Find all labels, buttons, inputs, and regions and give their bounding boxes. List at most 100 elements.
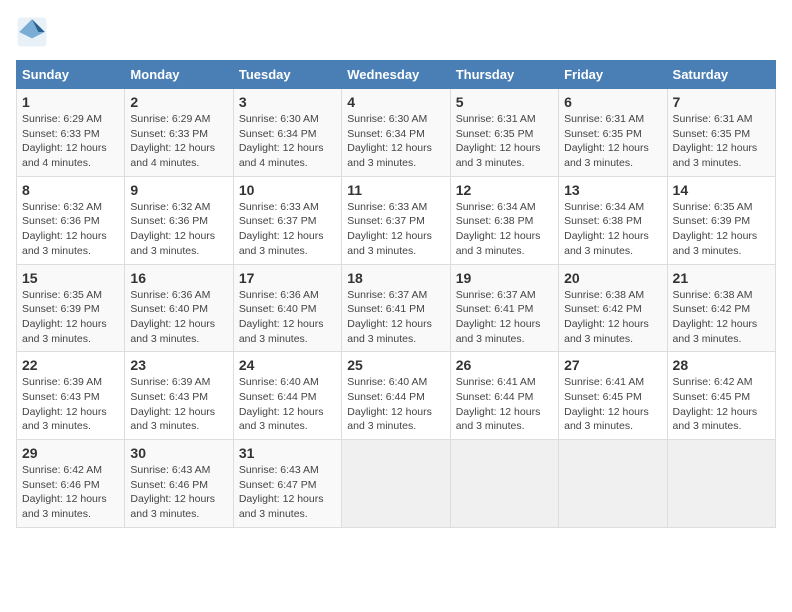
calendar-week-4: 22Sunrise: 6:39 AMSunset: 6:43 PMDayligh… <box>17 352 776 440</box>
day-info: Sunrise: 6:31 AMSunset: 6:35 PMDaylight:… <box>456 112 553 171</box>
day-info: Sunrise: 6:43 AMSunset: 6:46 PMDaylight:… <box>130 463 227 522</box>
day-info: Sunrise: 6:40 AMSunset: 6:44 PMDaylight:… <box>239 375 336 434</box>
calendar-cell: 28 Sunrise: 6:42 AMSunset: 6:45 PMDayligh… <box>667 352 775 440</box>
day-info: Sunrise: 6:32 AMSunset: 6:36 PMDaylight:… <box>130 200 227 259</box>
day-info: Sunrise: 6:39 AMSunset: 6:43 PMDaylight:… <box>22 375 119 434</box>
calendar-table: SundayMondayTuesdayWednesdayThursdayFrid… <box>16 60 776 528</box>
calendar-cell: 24Sunrise: 6:40 AMSunset: 6:44 PMDayligh… <box>233 352 341 440</box>
logo <box>16 16 54 48</box>
day-info: Sunrise: 6:33 AMSunset: 6:37 PMDaylight:… <box>347 200 444 259</box>
calendar-week-3: 15 Sunrise: 6:35 AMSunset: 6:39 PMDayligh… <box>17 264 776 352</box>
day-number: 10 <box>239 182 336 198</box>
calendar-cell: 15 Sunrise: 6:35 AMSunset: 6:39 PMDayligh… <box>17 264 125 352</box>
day-info: Sunrise: 6:35 AMSunset: 6:39 PMDaylight:… <box>673 200 770 259</box>
day-number: 21 <box>673 270 770 286</box>
calendar-cell: 20 Sunrise: 6:38 AMSunset: 6:42 PMDayligh… <box>559 264 667 352</box>
day-number: 20 <box>564 270 661 286</box>
day-number: 4 <box>347 94 444 110</box>
column-header-monday: Monday <box>125 61 233 89</box>
calendar-cell <box>559 440 667 528</box>
calendar-cell: 8 Sunrise: 6:32 AMSunset: 6:36 PMDaylight… <box>17 176 125 264</box>
calendar-cell: 12 Sunrise: 6:34 AMSunset: 6:38 PMDayligh… <box>450 176 558 264</box>
day-info: Sunrise: 6:36 AMSunset: 6:40 PMDaylight:… <box>239 288 336 347</box>
day-info: Sunrise: 6:31 AMSunset: 6:35 PMDaylight:… <box>673 112 770 171</box>
calendar-week-5: 29Sunrise: 6:42 AMSunset: 6:46 PMDayligh… <box>17 440 776 528</box>
day-number: 14 <box>673 182 770 198</box>
calendar-cell: 16 Sunrise: 6:36 AMSunset: 6:40 PMDayligh… <box>125 264 233 352</box>
calendar-cell: 19Sunrise: 6:37 AMSunset: 6:41 PMDayligh… <box>450 264 558 352</box>
day-info: Sunrise: 6:41 AMSunset: 6:44 PMDaylight:… <box>456 375 553 434</box>
day-info: Sunrise: 6:34 AMSunset: 6:38 PMDaylight:… <box>564 200 661 259</box>
column-header-thursday: Thursday <box>450 61 558 89</box>
header-row: SundayMondayTuesdayWednesdayThursdayFrid… <box>17 61 776 89</box>
column-header-friday: Friday <box>559 61 667 89</box>
calendar-week-2: 8 Sunrise: 6:32 AMSunset: 6:36 PMDaylight… <box>17 176 776 264</box>
day-info: Sunrise: 6:32 AMSunset: 6:36 PMDaylight:… <box>22 200 119 259</box>
day-info: Sunrise: 6:38 AMSunset: 6:42 PMDaylight:… <box>564 288 661 347</box>
day-info: Sunrise: 6:37 AMSunset: 6:41 PMDaylight:… <box>347 288 444 347</box>
column-header-saturday: Saturday <box>667 61 775 89</box>
day-number: 18 <box>347 270 444 286</box>
calendar-cell: 18 Sunrise: 6:37 AMSunset: 6:41 PMDayligh… <box>342 264 450 352</box>
day-info: Sunrise: 6:38 AMSunset: 6:42 PMDaylight:… <box>673 288 770 347</box>
calendar-cell: 2 Sunrise: 6:29 AMSunset: 6:33 PMDaylight… <box>125 89 233 177</box>
calendar-header: SundayMondayTuesdayWednesdayThursdayFrid… <box>17 61 776 89</box>
day-number: 29 <box>22 445 119 461</box>
day-info: Sunrise: 6:33 AMSunset: 6:37 PMDaylight:… <box>239 200 336 259</box>
day-number: 7 <box>673 94 770 110</box>
calendar-cell: 10 Sunrise: 6:33 AMSunset: 6:37 PMDayligh… <box>233 176 341 264</box>
calendar-cell: 29Sunrise: 6:42 AMSunset: 6:46 PMDayligh… <box>17 440 125 528</box>
day-info: Sunrise: 6:30 AMSunset: 6:34 PMDaylight:… <box>347 112 444 171</box>
calendar-cell: 23Sunrise: 6:39 AMSunset: 6:43 PMDayligh… <box>125 352 233 440</box>
calendar-cell: 31Sunrise: 6:43 AMSunset: 6:47 PMDayligh… <box>233 440 341 528</box>
calendar-cell: 6Sunrise: 6:31 AMSunset: 6:35 PMDaylight… <box>559 89 667 177</box>
day-number: 27 <box>564 357 661 373</box>
calendar-cell: 13 Sunrise: 6:34 AMSunset: 6:38 PMDayligh… <box>559 176 667 264</box>
page-header <box>16 16 776 48</box>
calendar-cell: 22Sunrise: 6:39 AMSunset: 6:43 PMDayligh… <box>17 352 125 440</box>
calendar-week-1: 1Sunrise: 6:29 AMSunset: 6:33 PMDaylight… <box>17 89 776 177</box>
day-number: 12 <box>456 182 553 198</box>
day-number: 2 <box>130 94 227 110</box>
logo-icon <box>16 16 48 48</box>
calendar-cell <box>450 440 558 528</box>
calendar-cell: 5 Sunrise: 6:31 AMSunset: 6:35 PMDaylight… <box>450 89 558 177</box>
day-info: Sunrise: 6:40 AMSunset: 6:44 PMDaylight:… <box>347 375 444 434</box>
day-number: 15 <box>22 270 119 286</box>
day-number: 28 <box>673 357 770 373</box>
calendar-cell: 27 Sunrise: 6:41 AMSunset: 6:45 PMDayligh… <box>559 352 667 440</box>
calendar-cell: 4 Sunrise: 6:30 AMSunset: 6:34 PMDaylight… <box>342 89 450 177</box>
day-info: Sunrise: 6:39 AMSunset: 6:43 PMDaylight:… <box>130 375 227 434</box>
calendar-body: 1Sunrise: 6:29 AMSunset: 6:33 PMDaylight… <box>17 89 776 528</box>
calendar-cell: 25 Sunrise: 6:40 AMSunset: 6:44 PMDayligh… <box>342 352 450 440</box>
day-number: 11 <box>347 182 444 198</box>
day-number: 8 <box>22 182 119 198</box>
day-info: Sunrise: 6:31 AMSunset: 6:35 PMDaylight:… <box>564 112 661 171</box>
column-header-tuesday: Tuesday <box>233 61 341 89</box>
day-info: Sunrise: 6:29 AMSunset: 6:33 PMDaylight:… <box>22 112 119 171</box>
day-number: 9 <box>130 182 227 198</box>
day-info: Sunrise: 6:30 AMSunset: 6:34 PMDaylight:… <box>239 112 336 171</box>
day-number: 25 <box>347 357 444 373</box>
day-number: 17 <box>239 270 336 286</box>
day-number: 30 <box>130 445 227 461</box>
day-number: 31 <box>239 445 336 461</box>
calendar-cell: 9 Sunrise: 6:32 AMSunset: 6:36 PMDaylight… <box>125 176 233 264</box>
calendar-cell: 21 Sunrise: 6:38 AMSunset: 6:42 PMDayligh… <box>667 264 775 352</box>
calendar-cell: 7 Sunrise: 6:31 AMSunset: 6:35 PMDaylight… <box>667 89 775 177</box>
calendar-cell <box>667 440 775 528</box>
calendar-cell: 17 Sunrise: 6:36 AMSunset: 6:40 PMDayligh… <box>233 264 341 352</box>
calendar-cell: 3Sunrise: 6:30 AMSunset: 6:34 PMDaylight… <box>233 89 341 177</box>
day-info: Sunrise: 6:36 AMSunset: 6:40 PMDaylight:… <box>130 288 227 347</box>
day-info: Sunrise: 6:34 AMSunset: 6:38 PMDaylight:… <box>456 200 553 259</box>
column-header-sunday: Sunday <box>17 61 125 89</box>
day-info: Sunrise: 6:42 AMSunset: 6:45 PMDaylight:… <box>673 375 770 434</box>
day-number: 16 <box>130 270 227 286</box>
day-info: Sunrise: 6:29 AMSunset: 6:33 PMDaylight:… <box>130 112 227 171</box>
day-info: Sunrise: 6:41 AMSunset: 6:45 PMDaylight:… <box>564 375 661 434</box>
day-number: 13 <box>564 182 661 198</box>
calendar-cell: 11 Sunrise: 6:33 AMSunset: 6:37 PMDayligh… <box>342 176 450 264</box>
day-number: 5 <box>456 94 553 110</box>
day-info: Sunrise: 6:35 AMSunset: 6:39 PMDaylight:… <box>22 288 119 347</box>
calendar-cell <box>342 440 450 528</box>
